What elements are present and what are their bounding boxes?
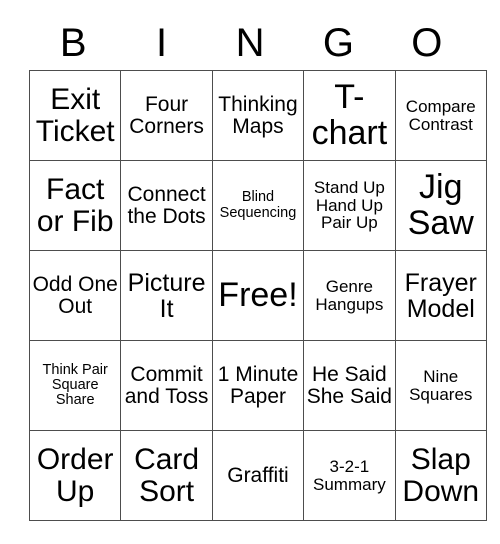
bingo-cell-label: Graffiti [227,463,289,487]
bingo-cell-label: 1 Minute Paper [217,362,299,408]
bingo-cell-label: Slap Down [402,443,480,508]
bingo-cell-label: 3-2-1 Summary [313,456,386,494]
header-letter-b: B [59,21,87,65]
bingo-cell-free[interactable]: Free! [211,250,305,341]
bingo-row: Exit Ticket Four Corners Thinking Maps T… [28,70,487,161]
bingo-header: B I N G O [29,16,471,70]
bingo-cell[interactable]: T-chart [303,70,396,161]
bingo-cell[interactable]: Odd One Out [28,250,122,341]
bingo-cell-label: Order Up [36,443,114,508]
bingo-row: Odd One Out Picture It Free! Genre Hangu… [28,250,487,341]
bingo-cell-label: Four Corners [129,92,204,138]
bingo-cell-label: Frayer Model [404,268,477,323]
bingo-cell-label: Nine Squares [409,366,473,404]
bingo-cell-label: Jig Saw [407,168,474,242]
bingo-cell-label: He Said She Said [306,362,392,408]
bingo-cell[interactable]: 3-2-1 Summary [303,430,396,521]
bingo-cell[interactable]: Thinking Maps [211,70,305,161]
bingo-cell[interactable]: Fact or Fib [28,160,122,251]
bingo-cell-label: Free! [218,275,298,314]
bingo-cell[interactable]: He Said She Said [303,340,396,431]
bingo-row: Fact or Fib Connect the Dots Blind Seque… [28,160,487,251]
bingo-cell[interactable]: 1 Minute Paper [211,340,305,431]
bingo-cell[interactable]: Compare Contrast [394,70,487,161]
bingo-cell[interactable]: Card Sort [120,430,213,521]
bingo-cell-label: Fact or Fib [36,173,114,238]
bingo-cell[interactable]: Slap Down [394,430,487,521]
bingo-cell-label: Stand Up Hand Up Pair Up [313,177,385,233]
bingo-cell-label: Picture It [127,268,206,323]
bingo-cell[interactable]: Think Pair Square Share [28,340,122,431]
bingo-cell-label: Genre Hangups [315,276,384,314]
bingo-cell[interactable]: Graffiti [211,430,305,521]
bingo-card: B I N G O Exit Ticket Four Corners Think… [28,16,487,521]
bingo-cell[interactable]: Jig Saw [394,160,487,251]
bingo-cell[interactable]: Connect the Dots [120,160,213,251]
bingo-cell-label: T-chart [311,78,388,152]
bingo-cell[interactable]: Frayer Model [394,250,487,341]
header-letter-n: N [235,21,265,65]
bingo-row: Order Up Card Sort Graffiti 3-2-1 Summar… [28,430,487,521]
header-letter-g: G [322,21,354,65]
bingo-row: Think Pair Square Share Commit and Toss … [28,340,487,431]
bingo-grid: Exit Ticket Four Corners Thinking Maps T… [28,70,487,521]
bingo-cell[interactable]: Exit Ticket [28,70,122,161]
bingo-cell-label: Odd One Out [32,272,118,318]
bingo-cell[interactable]: Stand Up Hand Up Pair Up [303,160,396,251]
bingo-cell-label: Connect the Dots [127,182,206,228]
bingo-cell-label: Thinking Maps [218,92,298,138]
bingo-cell-label: Compare Contrast [405,96,476,134]
bingo-cell[interactable]: Blind Sequencing [211,160,305,251]
header-letter-i: I [156,21,168,65]
bingo-cell[interactable]: Nine Squares [394,340,487,431]
bingo-cell-label: Blind Sequencing [219,189,297,221]
bingo-cell[interactable]: Commit and Toss [120,340,213,431]
bingo-cell-label: Think Pair Square Share [42,361,108,409]
bingo-cell[interactable]: Picture It [120,250,213,341]
bingo-cell-label: Card Sort [134,443,200,508]
bingo-cell[interactable]: Order Up [28,430,122,521]
bingo-cell-label: Exit Ticket [35,83,115,148]
bingo-cell[interactable]: Genre Hangups [303,250,396,341]
bingo-cell[interactable]: Four Corners [120,70,213,161]
header-letter-o: O [411,21,443,65]
bingo-cell-label: Commit and Toss [124,362,209,408]
